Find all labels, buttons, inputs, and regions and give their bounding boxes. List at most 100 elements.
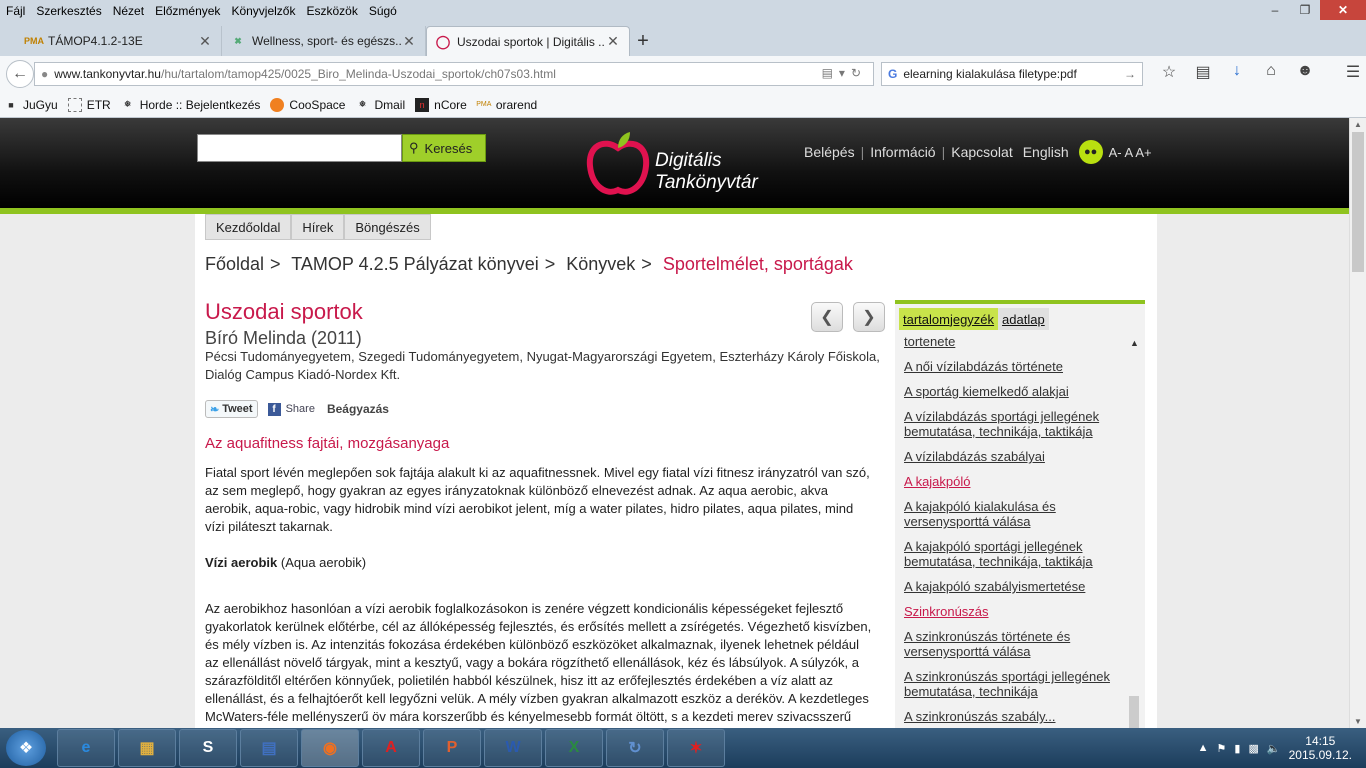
menu-view[interactable]: Nézet: [113, 4, 144, 18]
bookmark-etr[interactable]: ETR: [67, 97, 111, 112]
info-link[interactable]: Információ: [870, 144, 935, 160]
scroll-up-icon[interactable]: ▲: [1354, 120, 1362, 129]
site-logo[interactable]: Digitális Tankönyvtár: [584, 130, 764, 198]
tab-toc[interactable]: tartalomjegyzék: [899, 308, 999, 330]
close-tab-icon[interactable]: ✕: [605, 33, 621, 50]
tab-wellness[interactable]: ✖ Wellness, sport- és egészs... ✕: [222, 26, 426, 56]
network-icon[interactable]: ▩: [1248, 742, 1258, 755]
toc-item[interactable]: A női vízilabdázás története: [904, 359, 1126, 374]
clock[interactable]: 14:15 2015.09.12.: [1289, 734, 1352, 762]
scroll-up-icon[interactable]: ▲: [1130, 338, 1139, 348]
bookmark-orarend[interactable]: PMA orarend: [476, 98, 537, 112]
toc-item[interactable]: A szinkronúszás története és versenyspor…: [904, 629, 1126, 659]
chat-icon[interactable]: ☻: [1288, 62, 1322, 82]
breadcrumb-current[interactable]: Sportelmélet, sportágak: [663, 254, 853, 274]
bookmark-coospace[interactable]: CooSpace: [270, 97, 345, 112]
battery-icon[interactable]: ▮: [1234, 742, 1240, 755]
download-icon[interactable]: ↓: [1220, 62, 1254, 82]
breadcrumb-books[interactable]: Könyvek: [566, 254, 635, 274]
acrobat-icon[interactable]: A: [362, 729, 420, 767]
search-icon: ⚲: [409, 140, 419, 155]
tweet-label: Tweet: [222, 403, 253, 415]
prev-page-button[interactable]: ❮: [811, 302, 843, 332]
start-button[interactable]: ❖: [6, 730, 46, 766]
nav-home[interactable]: Kezdőoldal: [205, 214, 292, 240]
page-scrollbar[interactable]: ▲ ▼: [1349, 118, 1366, 728]
accessibility-icon[interactable]: ●●: [1078, 140, 1103, 164]
toc-item[interactable]: A kajakpóló szabályismertetése: [904, 579, 1126, 594]
menu-bookmarks[interactable]: Könyvjelzők: [231, 4, 295, 18]
bookmark-jugyu[interactable]: ■ JuGyu: [4, 98, 57, 112]
breadcrumb-tamop[interactable]: TAMOP 4.2.5 Pályázat könyvei: [291, 254, 538, 274]
tray-arrow-icon[interactable]: ▲: [1198, 742, 1209, 754]
breadcrumb-home[interactable]: Főoldal: [205, 254, 264, 274]
tab-uszodai[interactable]: ◯ Uszodai sportok | Digitális ... ✕: [426, 26, 630, 56]
powerpoint-icon[interactable]: P: [423, 729, 481, 767]
paint-icon[interactable]: ✶: [667, 729, 725, 767]
back-button[interactable]: ←: [6, 60, 34, 88]
firefox-icon[interactable]: ◉: [301, 729, 359, 767]
toc-item[interactable]: A sportág kiemelkedő alakjai: [904, 384, 1126, 399]
site-search-button[interactable]: ⚲ Keresés: [402, 134, 486, 162]
nav-browse[interactable]: Böngészés: [344, 214, 431, 240]
toc-item[interactable]: tortenete: [904, 334, 1126, 349]
nav-news[interactable]: Hírek: [291, 214, 345, 240]
word-icon[interactable]: W: [484, 729, 542, 767]
close-tab-icon[interactable]: ✕: [401, 33, 417, 50]
site-search-input[interactable]: [197, 134, 402, 162]
search-bar[interactable]: G elearning kialakulása filetype:pdf →: [881, 62, 1143, 86]
scroll-down-icon[interactable]: ▼: [1354, 717, 1362, 726]
bookmark-dmail[interactable]: ❅ Dmail: [355, 98, 405, 112]
menu-file[interactable]: Fájl: [6, 4, 25, 18]
skype-icon[interactable]: S: [179, 729, 237, 767]
explorer-icon[interactable]: ▦: [118, 729, 176, 767]
save-icon[interactable]: ▤: [240, 729, 298, 767]
volume-icon[interactable]: 🔈: [1267, 742, 1281, 755]
search-go-icon[interactable]: →: [1124, 67, 1136, 81]
tweet-button[interactable]: ❧ Tweet: [205, 400, 258, 418]
login-link[interactable]: Belépés: [804, 144, 855, 160]
toc-item[interactable]: A vízilabdázás sportági jellegének bemut…: [904, 409, 1126, 439]
menu-history[interactable]: Előzmények: [155, 4, 220, 18]
sync-icon[interactable]: ↻: [606, 729, 664, 767]
toc-item[interactable]: A kajakpóló kialakulása és versenysportt…: [904, 499, 1126, 529]
page-scroll-thumb[interactable]: [1352, 132, 1364, 272]
sidebar-scroll-thumb[interactable]: [1129, 696, 1139, 728]
bookmark-horde[interactable]: ❅ Horde :: Bejelentkezés: [121, 98, 261, 112]
sidebar-scrollbar[interactable]: ▲: [1127, 334, 1141, 728]
menu-edit[interactable]: Szerkesztés: [36, 4, 101, 18]
star-icon[interactable]: ☆: [1152, 62, 1186, 82]
font-size-controls[interactable]: A- A A+: [1109, 145, 1152, 160]
contact-link[interactable]: Kapcsolat: [951, 144, 1012, 160]
tab-tamop[interactable]: PMA TÁMOP4.1.2-13E ✕: [18, 26, 222, 56]
excel-icon[interactable]: X: [545, 729, 603, 767]
menu-icon[interactable]: ☰: [1336, 62, 1366, 82]
toc-item[interactable]: A kajakpóló sportági jellegének bemutatá…: [904, 539, 1126, 569]
url-bar[interactable]: ● www.tankonyvtar.hu/hu/tartalom/tamop42…: [34, 62, 874, 86]
toc-item[interactable]: A vízilabdázás szabályai: [904, 449, 1126, 464]
ie-icon[interactable]: e: [57, 729, 115, 767]
home-icon[interactable]: ⌂: [1254, 62, 1288, 82]
next-page-button[interactable]: ❯: [853, 302, 885, 332]
close-tab-icon[interactable]: ✕: [197, 33, 213, 50]
bookmark-ncore[interactable]: n nCore: [415, 97, 467, 112]
bookmark-label: nCore: [434, 97, 467, 112]
embed-link[interactable]: Beágyazás: [327, 402, 389, 416]
restore-button[interactable]: ❐: [1290, 0, 1320, 20]
toc-item[interactable]: A szinkronúszás szabály...: [904, 709, 1126, 724]
toc-item[interactable]: Szinkronúszás: [904, 604, 1126, 619]
toc-item[interactable]: A kajakpóló: [904, 474, 1126, 489]
book-publisher: Pécsi Tudományegyetem, Szegedi Tudománye…: [205, 349, 880, 382]
reader-icon[interactable]: ▤▾↻: [822, 66, 867, 80]
tab-datasheet[interactable]: adatlap: [998, 308, 1049, 330]
toc-item[interactable]: A szinkronúszás sportági jellegének bemu…: [904, 669, 1126, 699]
clipboard-icon[interactable]: ▤: [1186, 62, 1220, 82]
minimize-button[interactable]: –: [1260, 0, 1290, 20]
new-tab-button[interactable]: +: [630, 26, 656, 56]
menu-tools[interactable]: Eszközök: [306, 4, 357, 18]
facebook-share-button[interactable]: f Share: [267, 402, 315, 416]
menu-help[interactable]: Súgó: [369, 4, 397, 18]
close-window-button[interactable]: ✕: [1320, 0, 1366, 20]
english-link[interactable]: English: [1023, 144, 1069, 160]
flag-icon[interactable]: ⚑: [1217, 742, 1227, 755]
